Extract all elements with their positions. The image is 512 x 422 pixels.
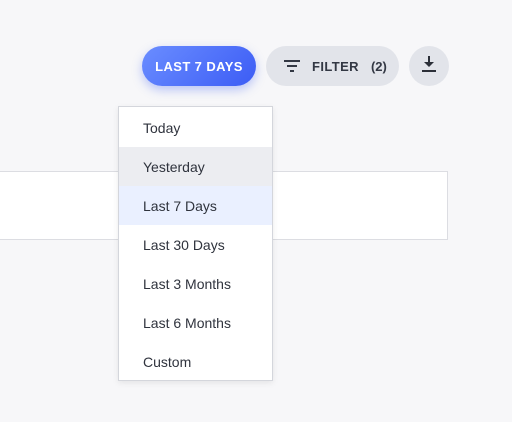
date-range-label: LAST 7 DAYS: [155, 58, 243, 74]
dropdown-item-label: Yesterday: [143, 158, 205, 175]
dropdown-item-last-3-months[interactable]: Last 3 Months: [119, 264, 272, 303]
dropdown-item-label: Last 30 Days: [143, 236, 225, 253]
dropdown-item-last-7-days[interactable]: Last 7 Days: [119, 186, 272, 225]
filter-lines-icon: [284, 59, 300, 73]
filter-button[interactable]: FILTER (2): [266, 46, 399, 86]
download-icon: [422, 55, 436, 77]
dropdown-item-last-6-months[interactable]: Last 6 Months: [119, 303, 272, 342]
dropdown-item-last-30-days[interactable]: Last 30 Days: [119, 225, 272, 264]
dropdown-item-custom[interactable]: Custom: [119, 342, 272, 381]
dropdown-item-label: Custom: [143, 353, 192, 370]
dropdown-item-label: Last 7 Days: [143, 197, 217, 214]
download-button[interactable]: [409, 46, 449, 86]
dropdown-item-yesterday[interactable]: Yesterday: [119, 147, 272, 186]
dropdown-item-label: Today: [143, 119, 181, 136]
date-range-button[interactable]: LAST 7 DAYS: [142, 46, 256, 86]
dropdown-item-today[interactable]: Today: [119, 108, 272, 147]
filter-count: (2): [370, 58, 387, 74]
date-range-dropdown: Today Yesterday Last 7 Days Last 30 Days…: [118, 106, 273, 381]
dropdown-item-label: Last 6 Months: [143, 314, 231, 331]
filter-label: FILTER: [312, 58, 359, 74]
dropdown-item-label: Last 3 Months: [143, 275, 231, 292]
